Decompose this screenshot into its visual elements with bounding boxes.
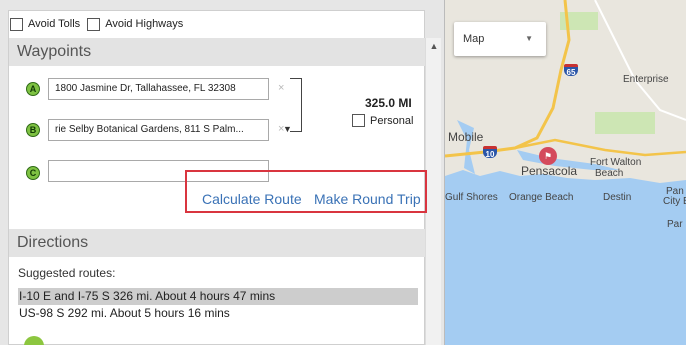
route-option-2[interactable]: US-98 S 292 mi. About 5 hours 16 mins	[18, 305, 418, 322]
map-label-pensacola: Pensacola	[521, 164, 578, 178]
avoid-tolls-label: Avoid Tolls	[28, 18, 81, 30]
map-label-fort-walton: Fort Walton	[590, 157, 642, 168]
map-label-par: Par	[667, 219, 683, 230]
calculate-route-link[interactable]: Calculate Route	[202, 191, 302, 207]
route-panel: Avoid Tolls Avoid Highways Waypoints ▲ A…	[0, 0, 445, 345]
personal-option: Personal	[352, 114, 413, 127]
chevron-down-icon: ▼	[525, 34, 533, 43]
personal-label: Personal	[370, 114, 414, 127]
waypoint-c-marker-icon: C	[26, 166, 40, 180]
avoid-highways-checkbox[interactable]	[87, 17, 101, 31]
directions-header: Directions	[9, 229, 425, 257]
waypoint-a-marker-icon: A	[26, 82, 40, 96]
avoid-tolls-checkbox[interactable]	[10, 17, 23, 31]
waypoint-b-marker-icon: B	[26, 123, 40, 137]
interstate-10-shield-icon: 10	[483, 146, 497, 159]
swap-arrow-icon: ▼	[283, 124, 292, 134]
map-view[interactable]: Map ▼ 65 10 ⚑ Enterprise Mobile Pensacol…	[445, 0, 686, 345]
personal-checkbox[interactable]	[352, 114, 365, 127]
map-label-city-b: City B	[663, 196, 686, 207]
waypoint-b-input[interactable]: rie Selby Botanical Gardens, 811 S Palm.…	[48, 119, 269, 141]
map-type-label: Map	[463, 33, 485, 45]
suggested-routes-label: Suggested routes:	[18, 266, 116, 280]
map-label-enterprise: Enterprise	[623, 74, 669, 85]
avoid-highways-label: Avoid Highways	[105, 18, 184, 30]
map-label-orange-beach: Orange Beach	[509, 192, 574, 203]
route-options: Avoid Tolls Avoid Highways	[10, 16, 190, 32]
panel-scrollbar[interactable]: ▲	[425, 38, 441, 345]
map-type-select[interactable]: Map ▼	[454, 22, 546, 56]
waypoint-a-input[interactable]: 1800 Jasmine Dr, Tallahassee, FL 32308	[48, 78, 269, 100]
make-round-trip-link[interactable]: Make Round Trip	[314, 191, 421, 207]
map-label-gulf-shores: Gulf Shores	[445, 192, 498, 203]
map-label-destin: Destin	[603, 192, 632, 203]
waypoints-header: Waypoints	[9, 38, 425, 66]
route-distance: 325.0 MI	[365, 96, 412, 110]
park-area-2	[595, 112, 655, 134]
route-option-1[interactable]: I-10 E and I-75 S 326 mi. About 4 hours …	[18, 288, 418, 305]
map-label-beach: Beach	[595, 168, 624, 179]
waypoint-a-remove-icon[interactable]: ×	[278, 82, 284, 94]
pensacola-pin-icon[interactable]: ⚑	[539, 147, 557, 165]
map-label-mobile: Mobile	[448, 130, 484, 144]
scroll-up-icon[interactable]: ▲	[426, 38, 442, 54]
interstate-65-shield-icon: 65	[564, 64, 578, 77]
